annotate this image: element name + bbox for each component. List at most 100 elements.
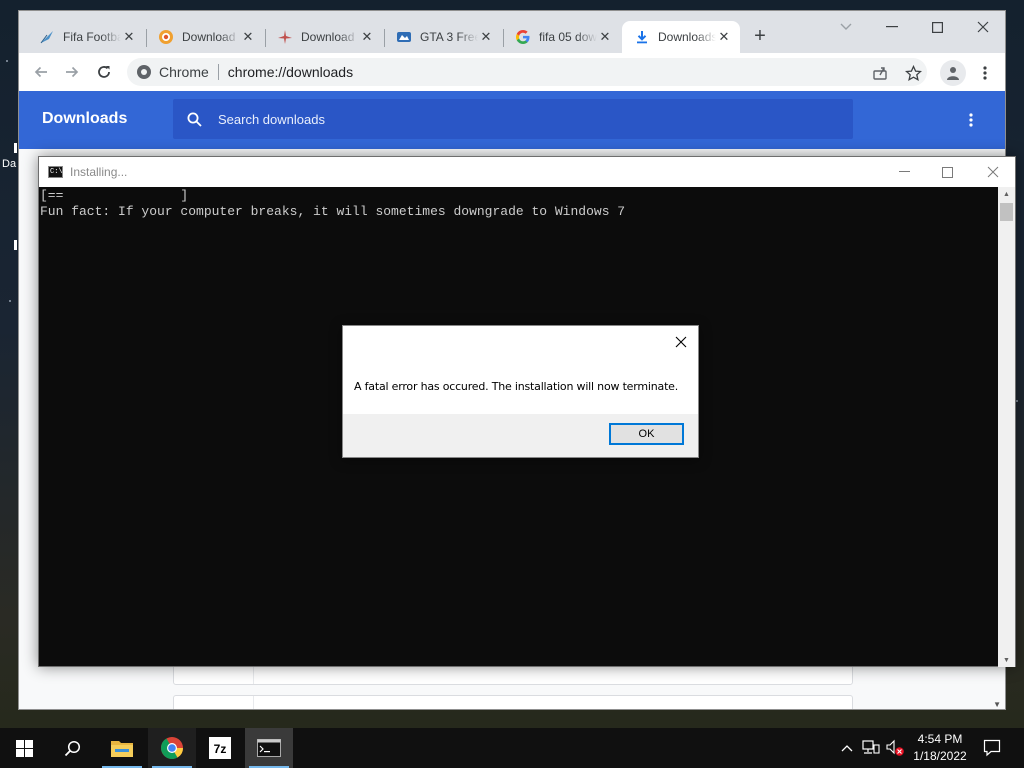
chrome-page-icon: [137, 65, 151, 79]
scroll-down-arrow-icon[interactable]: ▼: [993, 700, 1001, 709]
system-clock[interactable]: 4:54 PM 1/18/2022: [905, 731, 975, 765]
omnibox-divider: [217, 64, 219, 80]
search-input[interactable]: [218, 111, 778, 127]
forward-button[interactable]: [60, 60, 84, 84]
browser-toolbar: Chrome chrome://downloads: [19, 53, 1005, 91]
reload-icon: [98, 66, 110, 78]
console-titlebar[interactable]: C:\ Installing...: [39, 157, 1015, 187]
browser-menu-button[interactable]: [973, 61, 997, 85]
profile-button[interactable]: [940, 60, 966, 86]
clock-date: 1/18/2022: [913, 749, 967, 763]
console-title: Installing...: [70, 165, 128, 179]
dialog-footer: OK: [343, 414, 698, 457]
close-icon[interactable]: ✕: [359, 29, 375, 45]
error-dialog: A fatal error has occured. The installat…: [342, 325, 699, 458]
tab-title: Fifa Football: [63, 30, 121, 44]
kebab-menu-icon: [969, 113, 973, 127]
close-icon[interactable]: ✕: [597, 29, 613, 45]
download-item-icon-area: [174, 696, 254, 709]
close-window-button[interactable]: [968, 15, 998, 39]
minimize-icon: [898, 171, 910, 172]
maximize-icon: [931, 21, 943, 33]
close-icon: [675, 336, 687, 348]
volume-tray-button[interactable]: [885, 738, 905, 758]
minimize-icon: [886, 26, 898, 28]
tab-fifa-football[interactable]: Fifa Football ✕: [27, 21, 145, 53]
taskbar-7zip[interactable]: 7z: [196, 728, 244, 768]
scrollbar-thumb[interactable]: [1000, 203, 1013, 221]
address-bar[interactable]: Chrome chrome://downloads: [127, 58, 927, 86]
google-icon: [515, 29, 531, 45]
progress-line: [== ]: [40, 188, 189, 203]
ok-button[interactable]: OK: [609, 423, 684, 445]
gta-icon: [396, 29, 412, 45]
forward-arrow-icon: [66, 66, 79, 78]
kebab-menu-icon: [983, 66, 987, 80]
svg-text:7z: 7z: [214, 742, 227, 756]
console-minimize-button[interactable]: [887, 160, 921, 184]
close-icon[interactable]: ✕: [240, 29, 256, 45]
close-icon[interactable]: ✕: [121, 29, 137, 45]
bookmark-button[interactable]: [901, 61, 925, 85]
desktop-icon-fragment[interactable]: [14, 143, 17, 153]
url-text[interactable]: chrome://downloads: [228, 64, 353, 80]
console-maximize-button[interactable]: [930, 160, 964, 184]
cmd-icon: [257, 739, 281, 757]
taskbar-chrome[interactable]: [148, 728, 196, 768]
chrome-icon: [161, 737, 183, 759]
7zip-icon: 7z: [209, 737, 231, 759]
tab-title: GTA 3 Free: [420, 30, 478, 44]
console-close-button[interactable]: [976, 160, 1010, 184]
chevron-up-icon: [841, 745, 853, 752]
maximize-button[interactable]: [922, 15, 952, 39]
reload-button[interactable]: [92, 60, 116, 84]
dialog-close-button[interactable]: [670, 331, 692, 353]
taskbar: 7z 4:54 PM 1/18/2022: [0, 728, 1024, 768]
avatar-icon: [947, 67, 959, 80]
downloads-menu-button[interactable]: [963, 111, 979, 129]
feather-icon: [39, 29, 55, 45]
downloads-search-box[interactable]: [173, 99, 853, 139]
tab-download-1[interactable]: Download ✕: [146, 21, 264, 53]
chevron-down-icon: [840, 23, 852, 30]
tab-title: Download: [182, 30, 236, 44]
tab-title: Download: [301, 30, 355, 44]
action-center-button[interactable]: [980, 736, 1004, 760]
back-button[interactable]: [29, 60, 53, 84]
tab-downloads[interactable]: Downloads ✕: [622, 21, 740, 53]
error-message: A fatal error has occured. The installat…: [354, 380, 679, 393]
search-icon: [64, 740, 80, 756]
taskbar-cmd[interactable]: [245, 728, 293, 768]
new-tab-button[interactable]: +: [749, 25, 771, 47]
cmd-icon: C:\: [48, 166, 63, 178]
tab-title: Downloads: [658, 30, 716, 44]
start-button[interactable]: [0, 728, 48, 768]
tab-download-2[interactable]: Download ✕: [265, 21, 383, 53]
tab-gta3[interactable]: GTA 3 Free ✕: [384, 21, 502, 53]
taskbar-file-explorer[interactable]: [98, 728, 146, 768]
orange-circle-icon: [158, 29, 174, 45]
scroll-up-arrow-icon[interactable]: ▲: [998, 187, 1015, 201]
share-button[interactable]: [868, 61, 892, 85]
tab-google-search[interactable]: fifa 05 download ✕: [503, 21, 621, 53]
minimize-button[interactable]: [877, 15, 907, 39]
red-plane-icon: [277, 29, 293, 45]
show-hidden-icons-button[interactable]: [837, 738, 857, 758]
site-name: Chrome: [159, 64, 209, 80]
notification-icon: [983, 739, 1001, 757]
network-icon: [862, 740, 880, 754]
console-scrollbar[interactable]: ▲ ▼: [998, 187, 1015, 667]
fun-fact-line: Fun fact: If your computer breaks, it wi…: [40, 203, 626, 219]
desktop-icon-label[interactable]: Da: [2, 158, 16, 170]
taskbar-search-button[interactable]: [48, 728, 96, 768]
scroll-down-arrow-icon[interactable]: ▼: [998, 653, 1015, 667]
close-icon[interactable]: ✕: [716, 29, 732, 45]
close-icon: [977, 21, 989, 33]
volume-muted-icon: [886, 739, 904, 756]
download-item: [173, 695, 853, 709]
network-tray-button[interactable]: [861, 738, 881, 758]
search-icon: [187, 112, 202, 127]
tab-search-button[interactable]: [831, 15, 861, 39]
desktop-icon-fragment[interactable]: [14, 240, 17, 250]
close-icon[interactable]: ✕: [478, 29, 494, 45]
